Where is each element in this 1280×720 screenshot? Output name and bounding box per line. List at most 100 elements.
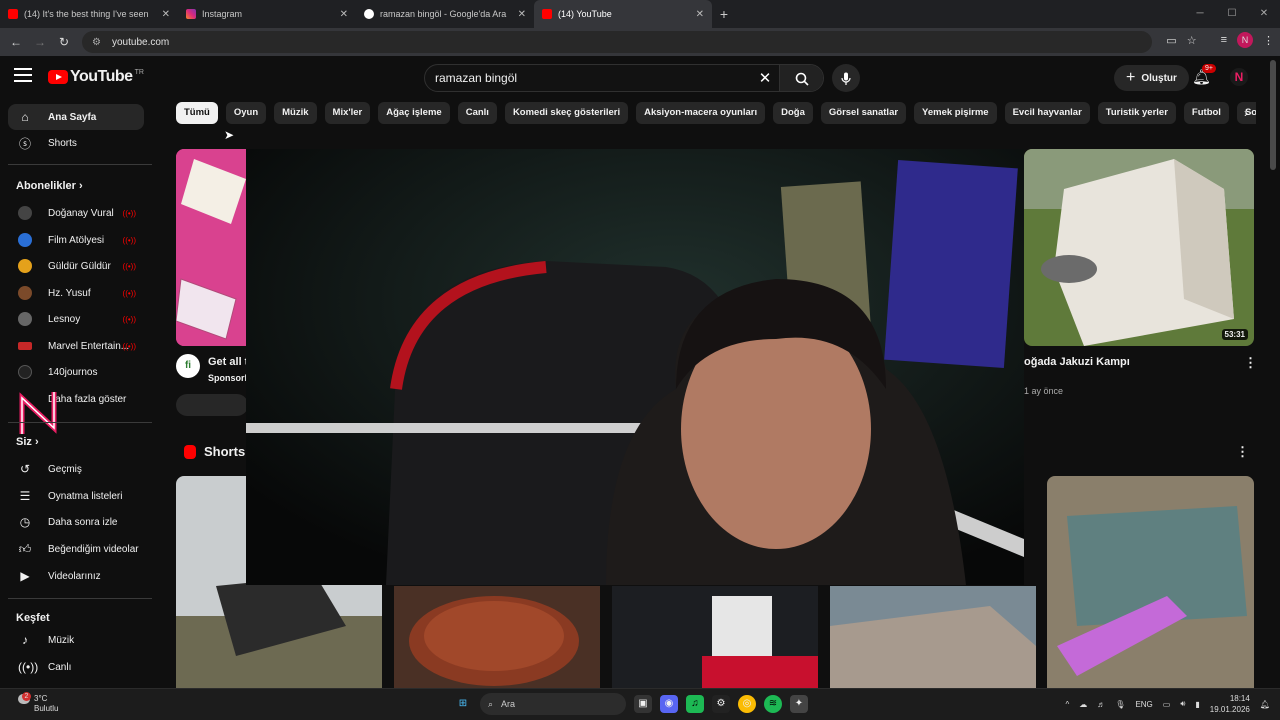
network-off-icon[interactable]: ☁ [1079,700,1087,709]
sidebar-item-subscription[interactable]: Film Atölyesi ((•)) [8,227,144,253]
subscriptions-heading[interactable]: Abonelikler › [16,180,83,192]
language-indicator[interactable]: ENG [1135,700,1152,709]
chip[interactable]: Canlı [457,102,497,124]
cast-icon[interactable]: ▭ [1166,34,1176,47]
short-thumbnail[interactable] [394,586,600,688]
steam-icon[interactable]: ⚙ [712,695,730,713]
menu-icon[interactable]: ⋮ [1263,34,1274,47]
sidebar-item-your-videos[interactable]: ▶ Videolarınız [8,563,144,589]
chevron-right-icon: › [78,180,83,192]
forward-icon[interactable]: → [28,35,52,49]
reload-icon[interactable]: ↻ [52,35,76,49]
clock[interactable]: 18:14 19.01.2026 [1210,693,1250,715]
youtube-logo[interactable]: YouTube TR [48,68,144,86]
chip[interactable]: Mix'ler [324,102,371,124]
taskbar-search[interactable]: ⌕ Ara [480,693,626,715]
new-tab-button[interactable]: + [712,0,736,28]
search-button[interactable] [779,65,823,91]
sidebar-item-subscription[interactable]: Marvel Entertain... ((•)) [8,333,144,359]
chip[interactable]: Futbol [1183,102,1229,124]
you-heading[interactable]: Siz › [16,436,39,448]
create-button[interactable]: + Oluştur [1114,65,1189,91]
browser-tab[interactable]: ramazan bingöl - Google'da Ara ✕ [356,0,534,28]
more-options-icon[interactable]: ⋮ [1236,444,1249,460]
bookmark-star-icon[interactable]: ☆ [1187,34,1197,47]
sidebar-item-music[interactable]: ♪ Müzik [8,627,144,653]
spotify-icon[interactable]: ≋ [764,695,782,713]
browser-tab[interactable]: (14) It's the best thing I've seen ✕ [0,0,178,28]
chip[interactable]: Görsel sanatlar [820,102,907,124]
chip[interactable]: Müzik [274,102,317,124]
volume-icon[interactable]: 🔊︎ [1180,699,1185,709]
ad-thumbnail[interactable] [176,149,256,346]
short-thumbnail[interactable] [612,586,818,688]
sidebar-item-live[interactable]: ((•)) Canlı [8,654,144,680]
sidebar-item-subscription[interactable]: Güldür Güldür ((•)) [8,253,144,279]
sidebar-item-subscription[interactable]: 140journos [8,359,144,385]
microphone-tray-icon[interactable]: 🎙︎ [1115,700,1125,709]
chrome-icon[interactable]: ◎ [738,695,756,713]
minimize-icon[interactable]: ─ [1184,0,1216,28]
chip[interactable]: Tümü [176,102,218,124]
maximize-icon[interactable]: ☐ [1216,0,1248,28]
menu-hamburger-icon[interactable] [14,68,32,86]
voice-search-button[interactable] [832,64,860,92]
chip[interactable]: Evcil hayvanlar [1004,102,1090,124]
game-app-icon[interactable]: ✦ [790,695,808,713]
chip[interactable]: Doğa [773,102,813,124]
sidebar-item-subscription[interactable]: Doğanay Vural ((•)) [8,200,144,226]
ad-channel-logo[interactable]: fi [176,354,200,378]
display-icon[interactable]: ▭ [1163,700,1171,709]
spotify-green-app-icon[interactable]: ♫ [686,695,704,713]
sidebar-item-playlists[interactable]: ☰ Oynatma listeleri [8,483,144,509]
chip[interactable]: Turistik yerler [1097,102,1176,124]
task-view-icon[interactable]: ▣ [634,695,652,713]
chip[interactable]: Komedi skeç gösterileri [504,102,629,124]
ad-title[interactable]: Get all t [208,356,248,368]
back-icon[interactable]: ← [4,35,28,49]
close-tab-icon[interactable]: ✕ [696,9,704,20]
account-avatar[interactable]: N [1230,68,1248,86]
close-tab-icon[interactable]: ✕ [518,9,526,20]
page-scrollbar[interactable] [1270,60,1276,170]
chip[interactable]: Ağaç işleme [378,102,450,124]
sidebar-item-home[interactable]: ⌂ Ana Sayfa [8,104,144,130]
short-thumbnail[interactable] [1047,476,1254,688]
profile-avatar[interactable]: N [1237,32,1253,48]
windows-start-icon[interactable]: ⊞ [454,695,472,713]
browser-tab[interactable]: Instagram ✕ [178,0,356,28]
headset-icon[interactable]: ♬ [1097,700,1105,709]
ad-cta-button[interactable] [176,394,248,416]
chip[interactable]: Aksiyon-macera oyunları [636,102,766,124]
close-tab-icon[interactable]: ✕ [162,9,170,20]
sidebar-item-subscription[interactable]: Hz. Yusuf ((•)) [8,280,144,306]
chip[interactable]: Oyun [225,102,267,124]
more-options-icon[interactable]: ⋮ [1244,355,1257,371]
battery-icon[interactable]: ▮ [1195,700,1199,709]
discord-icon[interactable]: ◉ [660,695,678,713]
media-controls-icon[interactable]: ≡ [1221,34,1227,46]
weather-widget[interactable]: 2 3°C Bulutlu [18,692,58,714]
close-tab-icon[interactable]: ✕ [340,9,348,20]
video-thumbnail[interactable]: 53:31 [1024,149,1254,346]
sidebar-item-history[interactable]: ↺ Geçmiş [8,456,144,482]
clear-search-icon[interactable]: ✕ [751,69,779,87]
chip[interactable]: Yemek pişirme [914,102,997,124]
video-title[interactable]: oğada Jakuzi Kampı [1024,356,1130,368]
search-input[interactable]: ramazan bingöl [425,71,751,85]
site-info-icon[interactable]: ⚙ [92,37,104,48]
sidebar-item-shorts[interactable]: ⓢ Shorts [8,130,144,156]
notification-center-icon[interactable]: 🔔︎ [1260,700,1270,709]
chevron-right-icon[interactable]: › [1244,106,1248,120]
sidebar-item-subscription[interactable]: Lesnoy ((•)) [8,306,144,332]
address-bar: ← → ↻ ⚙ youtube.com ▭ ☆ ≡ N ⋮ [0,28,1280,56]
sidebar-item-liked[interactable]: 👍︎ Beğendiğim videolar [8,536,144,562]
logo-text: YouTube [70,68,133,85]
notifications-button[interactable]: 🔔︎ 9+ [1192,64,1216,86]
sidebar-item-watch-later[interactable]: ◷ Daha sonra izle [8,509,144,535]
short-thumbnail[interactable] [830,586,1036,688]
url-field[interactable]: ⚙ youtube.com [82,31,1152,53]
close-window-icon[interactable]: ✕ [1248,0,1280,28]
tray-chevron-icon[interactable]: ^ [1066,700,1070,709]
browser-tab-active[interactable]: (14) YouTube ✕ [534,0,712,28]
